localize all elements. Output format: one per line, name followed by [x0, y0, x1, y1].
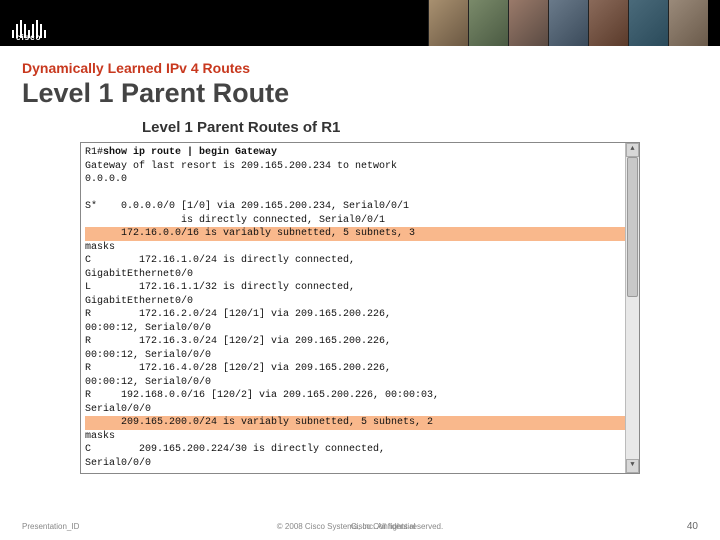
cli-line: C 209.165.200.224/30 is directly connect…: [85, 443, 635, 457]
cli-line: R 192.168.0.0/16 [120/2] via 209.165.200…: [85, 389, 635, 403]
cli-prompt-line: R1#show ip route | begin Gateway: [85, 146, 635, 160]
scrollbar[interactable]: ▲ ▼: [625, 143, 639, 473]
cli-line: S* 0.0.0.0/0 [1/0] via 209.165.200.234, …: [85, 200, 635, 214]
header-photo: [588, 0, 628, 46]
cli-line: 00:00:12, Serial0/0/0: [85, 322, 635, 336]
header-photo-strip: [428, 0, 708, 46]
cli-line: Gateway of last resort is 209.165.200.23…: [85, 160, 635, 174]
cli-line: L 172.16.1.1/32 is directly connected,: [85, 281, 635, 295]
header-photo: [628, 0, 668, 46]
header-photo: [468, 0, 508, 46]
slide-title: Level 1 Parent Route: [22, 78, 698, 109]
cli-output-box: R1#show ip route | begin Gateway Gateway…: [80, 142, 640, 474]
cli-line: [85, 187, 635, 201]
logo-text: cisco: [16, 33, 41, 42]
cli-line: Serial0/0/0: [85, 457, 635, 471]
cli-line: 00:00:12, Serial0/0/0: [85, 349, 635, 363]
cli-line: masks: [85, 241, 635, 255]
cli-line: masks: [85, 430, 635, 444]
cli-line: 0.0.0.0: [85, 173, 635, 187]
cli-line: R 172.16.2.0/24 [120/1] via 209.165.200.…: [85, 308, 635, 322]
slide-content: Dynamically Learned IPv 4 Routes Level 1…: [0, 46, 720, 474]
cli-line: 00:00:12, Serial0/0/0: [85, 376, 635, 390]
cli-line: GigabitEthernet0/0: [85, 268, 635, 282]
page-number: 40: [687, 521, 698, 532]
cli-line: GigabitEthernet0/0: [85, 295, 635, 309]
cli-line: R 172.16.4.0/28 [120/2] via 209.165.200.…: [85, 362, 635, 376]
footer-left: Presentation_ID: [22, 522, 79, 531]
cli-prompt: R1#: [85, 147, 103, 158]
scroll-up-icon[interactable]: ▲: [626, 143, 639, 157]
cli-line: C 172.16.1.0/24 is directly connected,: [85, 254, 635, 268]
cli-body: Gateway of last resort is 209.165.200.23…: [85, 160, 635, 471]
scroll-thumb[interactable]: [627, 157, 638, 297]
cli-command: show ip route | begin Gateway: [103, 147, 277, 158]
header-photo: [428, 0, 468, 46]
cli-line: Serial0/0/0: [85, 403, 635, 417]
cli-line-highlighted: 209.165.200.0/24 is variably subnetted, …: [85, 416, 635, 430]
scroll-down-icon[interactable]: ▼: [626, 459, 639, 473]
header-photo: [548, 0, 588, 46]
footer-copyright: © 2008 Cisco Systems, Inc. All rights re…: [277, 522, 443, 531]
cli-line-highlighted: 172.16.0.0/16 is variably subnetted, 5 s…: [85, 227, 635, 241]
top-bar: cisco: [0, 0, 720, 46]
slide-subtitle: Dynamically Learned IPv 4 Routes: [22, 60, 698, 76]
header-photo: [668, 0, 708, 46]
cli-line: R 172.16.3.0/24 [120/2] via 209.165.200.…: [85, 335, 635, 349]
cli-box-title: Level 1 Parent Routes of R1: [142, 119, 698, 136]
cli-line: is directly connected, Serial0/0/1: [85, 214, 635, 228]
footer: Presentation_ID © 2008 Cisco Systems, In…: [0, 521, 720, 532]
header-photo: [508, 0, 548, 46]
